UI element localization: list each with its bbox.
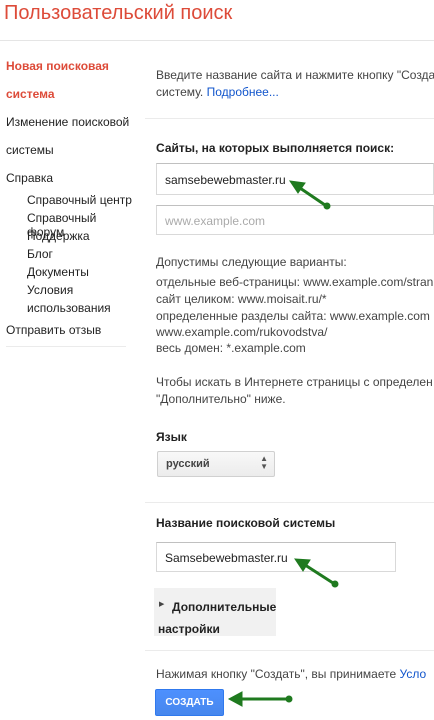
divider <box>145 502 434 503</box>
sites-heading: Сайты, на которых выполняется поиск: <box>156 141 395 155</box>
help-item-center[interactable]: Справочный центр <box>27 193 132 207</box>
allowed-line: определенные разделы сайта: www.example.… <box>156 309 430 323</box>
language-select[interactable]: русский ▲ ▼ <box>157 451 275 477</box>
intro-text-line2: систему. Подробнее... <box>156 85 279 100</box>
terms-text-line: Нажимая кнопку "Создать", вы принимаете … <box>156 667 426 682</box>
terms-link[interactable]: Усло <box>400 667 427 681</box>
header: Пользовательский поиск <box>0 0 434 41</box>
allowed-line: сайт целиком: www.moisait.ru/* <box>156 292 327 306</box>
terms-text: Нажимая кнопку "Создать", вы принимаете <box>156 667 397 681</box>
allowed-line: www.example.com/rukovodstva/ <box>156 325 328 339</box>
language-select-value: русский <box>166 458 210 470</box>
help-item-blog[interactable]: Блог <box>27 247 53 261</box>
help-item-terms[interactable]: Условия <box>27 283 73 297</box>
advanced-settings-toggle[interactable]: ▶ Дополнительные настройки <box>154 588 276 636</box>
divider <box>145 118 434 119</box>
sidebar-item-edit-engine[interactable]: Изменение поисковой <box>6 115 129 129</box>
language-label: Язык <box>156 430 187 444</box>
allowed-title: Допустимы следующие варианты: <box>156 255 347 269</box>
allowed-line: отдельные веб-страницы: www.example.com/… <box>156 275 434 289</box>
help-item-support[interactable]: Поддержка <box>27 229 90 243</box>
allowed-line: весь домен: *.example.com <box>156 341 306 355</box>
learn-more-link[interactable]: Подробнее... <box>207 85 279 99</box>
engine-name-heading: Название поисковой системы <box>156 516 336 530</box>
arrow-icon <box>227 691 293 707</box>
sidebar-divider <box>6 346 126 347</box>
sidebar-item-help[interactable]: Справка <box>6 171 53 185</box>
sidebar-item-new-engine[interactable]: Новая поисковая <box>6 59 109 73</box>
help-item-terms-cont[interactable]: использования <box>27 301 111 315</box>
intro-text-line1: Введите название сайта и нажмите кнопку … <box>156 68 434 82</box>
site-input-empty[interactable]: www.example.com <box>156 205 434 235</box>
engine-name-input[interactable]: Samsebewebmaster.ru <box>156 542 396 572</box>
app-title: Пользовательский поиск <box>4 2 233 24</box>
advanced-settings-label: Дополнительные настройки <box>158 600 277 636</box>
sidebar-item-new-engine-cont[interactable]: система <box>6 87 55 101</box>
select-arrows-icon: ▲ ▼ <box>260 454 268 471</box>
divider <box>145 650 434 651</box>
web-search-text-line1: Чтобы искать в Интернете страницы с опре… <box>156 375 433 389</box>
help-item-docs[interactable]: Документы <box>27 265 89 279</box>
intro-text: систему. <box>156 85 204 99</box>
sidebar-item-edit-engine-cont[interactable]: системы <box>6 143 54 157</box>
site-input[interactable]: samsebewebmaster.ru <box>156 163 434 195</box>
web-search-text-line2: "Дополнительно" ниже. <box>156 392 286 406</box>
sidebar-item-feedback[interactable]: Отправить отзыв <box>6 323 101 337</box>
create-button[interactable]: СОЗДАТЬ <box>155 689 224 716</box>
